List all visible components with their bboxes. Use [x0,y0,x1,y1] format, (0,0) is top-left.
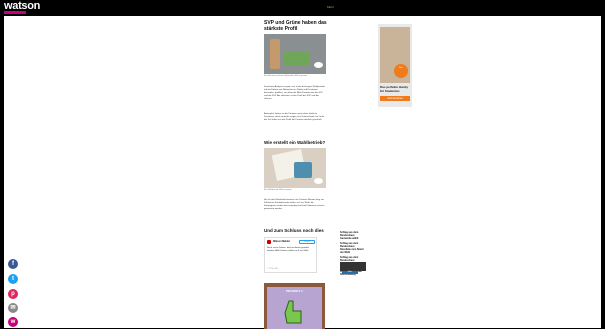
tweet-author[interactable]: Watson Meldet [273,240,290,243]
embedded-tweet[interactable]: Watson Meldet Folgen Nach sechs Jahren, … [264,237,317,273]
article-image-1[interactable] [264,34,326,74]
poster-background: PROJEKT 1 [267,287,322,329]
email-icon[interactable]: ✉ [8,303,18,313]
article-paragraph-3: Nur für den Wahlzettel bereiten sich Par… [264,199,325,210]
ad-cta-button[interactable]: Jetzt ansehen [380,96,410,101]
related-thumbnail[interactable] [340,262,366,271]
article-title: SVP und Grüne haben das stärkste Profil [264,20,327,32]
article-image-2[interactable] [264,148,326,188]
article-paragraph-1: Smartvote-Analysen zeigen sich in der bi… [264,86,325,100]
section-heading-2: Und zum Schluss noch dies [264,228,324,233]
top-nav-link[interactable]: Mehr [327,5,334,9]
ad-headline[interactable]: Das perfekte Handy für Studenten [380,85,410,93]
list-item[interactable]: Schlag aus dem Bundeshaus: Resultate zum… [340,242,366,254]
watson-logo[interactable]: watson [4,1,40,12]
view-icon[interactable] [314,62,323,68]
list-item[interactable]: Schlag aus dem Bundeshaus: Gemeinde wähl… [340,231,366,240]
watson-share-icon[interactable]: w [8,317,18,327]
logo-underline [4,11,26,14]
facebook-icon[interactable]: f [8,259,18,269]
ad-badge: Neu [394,64,408,78]
poster-image[interactable]: PROJEKT 1 [264,283,325,329]
related-more-button[interactable]: Mehr [342,271,358,274]
top-bar: watson Mehr [0,0,605,16]
section-heading-1: Wie erstellt ein Wahlbetrieb? [264,140,326,145]
advertisement[interactable]: Neu Das perfekte Handy für Studenten Jet… [378,24,412,107]
follow-button[interactable]: Folgen [299,240,315,244]
hand-illustration [284,300,302,324]
twitter-icon[interactable]: t [8,274,18,284]
image-2-caption: Ein Wahlbetrieb. Bild: keystone [264,189,292,191]
image-1-caption: Ein Bild vom nächsten Wahlzettel. Bild: … [264,75,308,77]
tweet-actions[interactable]: ♡ 12 ↻ 4 ✉ [267,268,278,270]
avatar [267,240,271,244]
view-icon[interactable] [314,178,323,184]
tweet-text: Nach sechs Jahren, darf nochmals gewählt… [267,247,309,252]
article-paragraph-2: Anfänglich hatten sie die Parteien noch … [264,113,325,121]
pinterest-icon[interactable]: p [8,289,18,299]
